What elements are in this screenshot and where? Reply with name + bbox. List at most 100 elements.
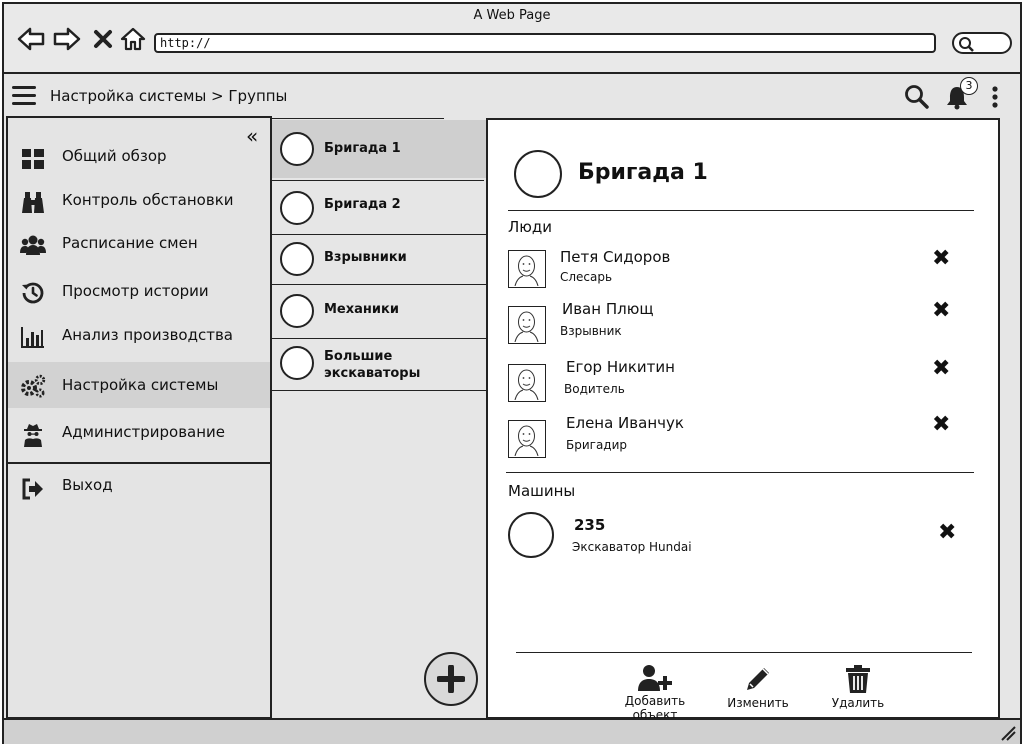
group-separator <box>272 180 484 181</box>
group-separator <box>272 284 486 285</box>
sidebar-item-label: Контроль обстановки <box>62 191 234 209</box>
machine-name: 235 <box>574 516 606 534</box>
sidebar-item-label: Настройка системы <box>62 376 219 394</box>
person-role: Взрывник <box>560 324 622 338</box>
delete-label: Удалить <box>831 696 885 710</box>
divider <box>516 652 972 653</box>
group-avatar <box>280 294 314 328</box>
sidebar-item-history[interactable]: Просмотр истории <box>8 268 270 314</box>
remove-person-icon[interactable]: ✖ <box>932 248 950 270</box>
window-title: A Web Page <box>473 8 551 23</box>
sidebar-item-label: Администрирование <box>62 423 226 441</box>
search-icon[interactable] <box>904 84 930 110</box>
sidebar-item-label: Анализ производства <box>62 326 233 344</box>
binoculars-icon <box>20 190 46 216</box>
group-avatar <box>280 346 314 380</box>
menu-icon[interactable] <box>12 86 36 106</box>
pencil-icon <box>720 664 796 694</box>
dashboard-icon <box>20 146 46 172</box>
group-separator <box>272 234 486 235</box>
person-role: Бригадир <box>566 438 628 452</box>
machine-avatar <box>508 512 554 558</box>
group-item[interactable]: Бригада 1 <box>272 120 486 178</box>
person-row: Егор Никитин Водитель ✖ <box>506 358 986 406</box>
notification-badge: 3 <box>960 77 978 95</box>
trash-icon <box>820 664 896 694</box>
sidebar-item-production[interactable]: Анализ производства <box>8 312 270 358</box>
forward-arrow-icon[interactable] <box>52 24 82 54</box>
group-title: Бригада 1 <box>578 160 708 185</box>
url-input[interactable]: http:// <box>154 33 936 53</box>
group-item[interactable]: Механики <box>272 286 486 338</box>
divider <box>506 472 974 473</box>
search-icon <box>959 37 974 52</box>
sidebar: « Общий обзор Контроль обстановки Распис… <box>6 116 272 719</box>
edit-button[interactable]: Изменить <box>720 664 796 710</box>
sidebar-item-label: Просмотр истории <box>62 282 209 300</box>
group-avatar <box>280 132 314 166</box>
remove-person-icon[interactable]: ✖ <box>932 414 950 436</box>
group-item[interactable]: Большие экскаваторы <box>272 340 486 390</box>
sidebar-item-label: Общий обзор <box>62 147 167 165</box>
people-section-label: Люди <box>508 218 553 236</box>
sidebar-item-logout[interactable]: Выход <box>8 464 270 510</box>
group-label-line: Большие <box>324 349 393 364</box>
gears-icon <box>20 373 46 399</box>
status-bar <box>4 718 1020 744</box>
browser-window: A Web Page http:// Настройка системы > Г… <box>2 2 1022 744</box>
group-detail-panel: Бригада 1 Люди Петя Сидоров Слесарь ✖ Ив… <box>486 118 1000 722</box>
person-role: Слесарь <box>560 270 613 284</box>
edit-label: Изменить <box>727 696 789 710</box>
person-name: Петя Сидоров <box>560 248 671 266</box>
remove-person-icon[interactable]: ✖ <box>932 358 950 380</box>
sidebar-item-schedule[interactable]: Расписание смен <box>8 222 270 268</box>
person-row: Елена Иванчук Бригадир ✖ <box>506 414 986 462</box>
group-separator <box>272 118 444 119</box>
person-row: Иван Плющ Взрывник ✖ <box>506 300 986 348</box>
group-separator <box>272 338 486 339</box>
person-name: Елена Иванчук <box>566 414 684 432</box>
person-photo-icon <box>508 364 546 402</box>
plus-icon <box>437 665 465 693</box>
user-plus-icon <box>602 662 708 692</box>
more-vertical-icon[interactable] <box>988 84 1002 110</box>
resize-grip-icon[interactable] <box>1000 725 1016 741</box>
user-secret-icon <box>20 422 46 448</box>
sidebar-item-monitoring[interactable]: Контроль обстановки <box>8 178 270 224</box>
group-label: Бригада 1 <box>324 141 401 156</box>
sidebar-item-administration[interactable]: Администрирование <box>8 410 270 456</box>
person-role: Водитель <box>564 382 625 396</box>
remove-machine-icon[interactable]: ✖ <box>938 522 956 544</box>
app-header: Настройка системы > Группы <box>4 74 1020 116</box>
home-icon[interactable] <box>118 24 148 54</box>
group-label: Взрывники <box>324 250 407 265</box>
person-photo-icon <box>508 420 546 458</box>
remove-person-icon[interactable]: ✖ <box>932 300 950 322</box>
back-arrow-icon[interactable] <box>16 24 46 54</box>
browser-search-field[interactable] <box>952 32 1012 54</box>
sidebar-item-label: Расписание смен <box>62 234 198 252</box>
add-group-button[interactable] <box>424 652 478 706</box>
users-icon <box>20 232 46 258</box>
group-list: Бригада 1 Бригада 2 Взрывники Механики Б… <box>272 116 486 719</box>
group-label: Бригада 2 <box>324 197 401 212</box>
browser-toolbar: A Web Page http:// <box>4 4 1020 74</box>
group-label: Большие экскаваторы <box>324 348 420 382</box>
group-label: Механики <box>324 302 399 317</box>
person-name: Иван Плющ <box>562 300 654 318</box>
group-avatar <box>514 150 562 198</box>
person-photo-icon <box>508 306 546 344</box>
add-object-button[interactable]: Добавить объект <box>602 662 708 722</box>
group-avatar <box>280 191 314 225</box>
sidebar-item-label: Выход <box>62 476 113 494</box>
sidebar-item-system-settings[interactable]: Настройка системы <box>8 362 270 408</box>
group-item[interactable]: Бригада 2 <box>272 182 486 234</box>
delete-button[interactable]: Удалить <box>820 664 896 710</box>
close-icon[interactable] <box>88 24 118 54</box>
machines-section-label: Машины <box>508 482 576 500</box>
divider <box>508 210 974 211</box>
sign-out-icon <box>20 476 46 502</box>
group-item[interactable]: Взрывники <box>272 236 486 284</box>
person-name: Егор Никитин <box>566 358 675 376</box>
sidebar-item-overview[interactable]: Общий обзор <box>8 134 270 180</box>
